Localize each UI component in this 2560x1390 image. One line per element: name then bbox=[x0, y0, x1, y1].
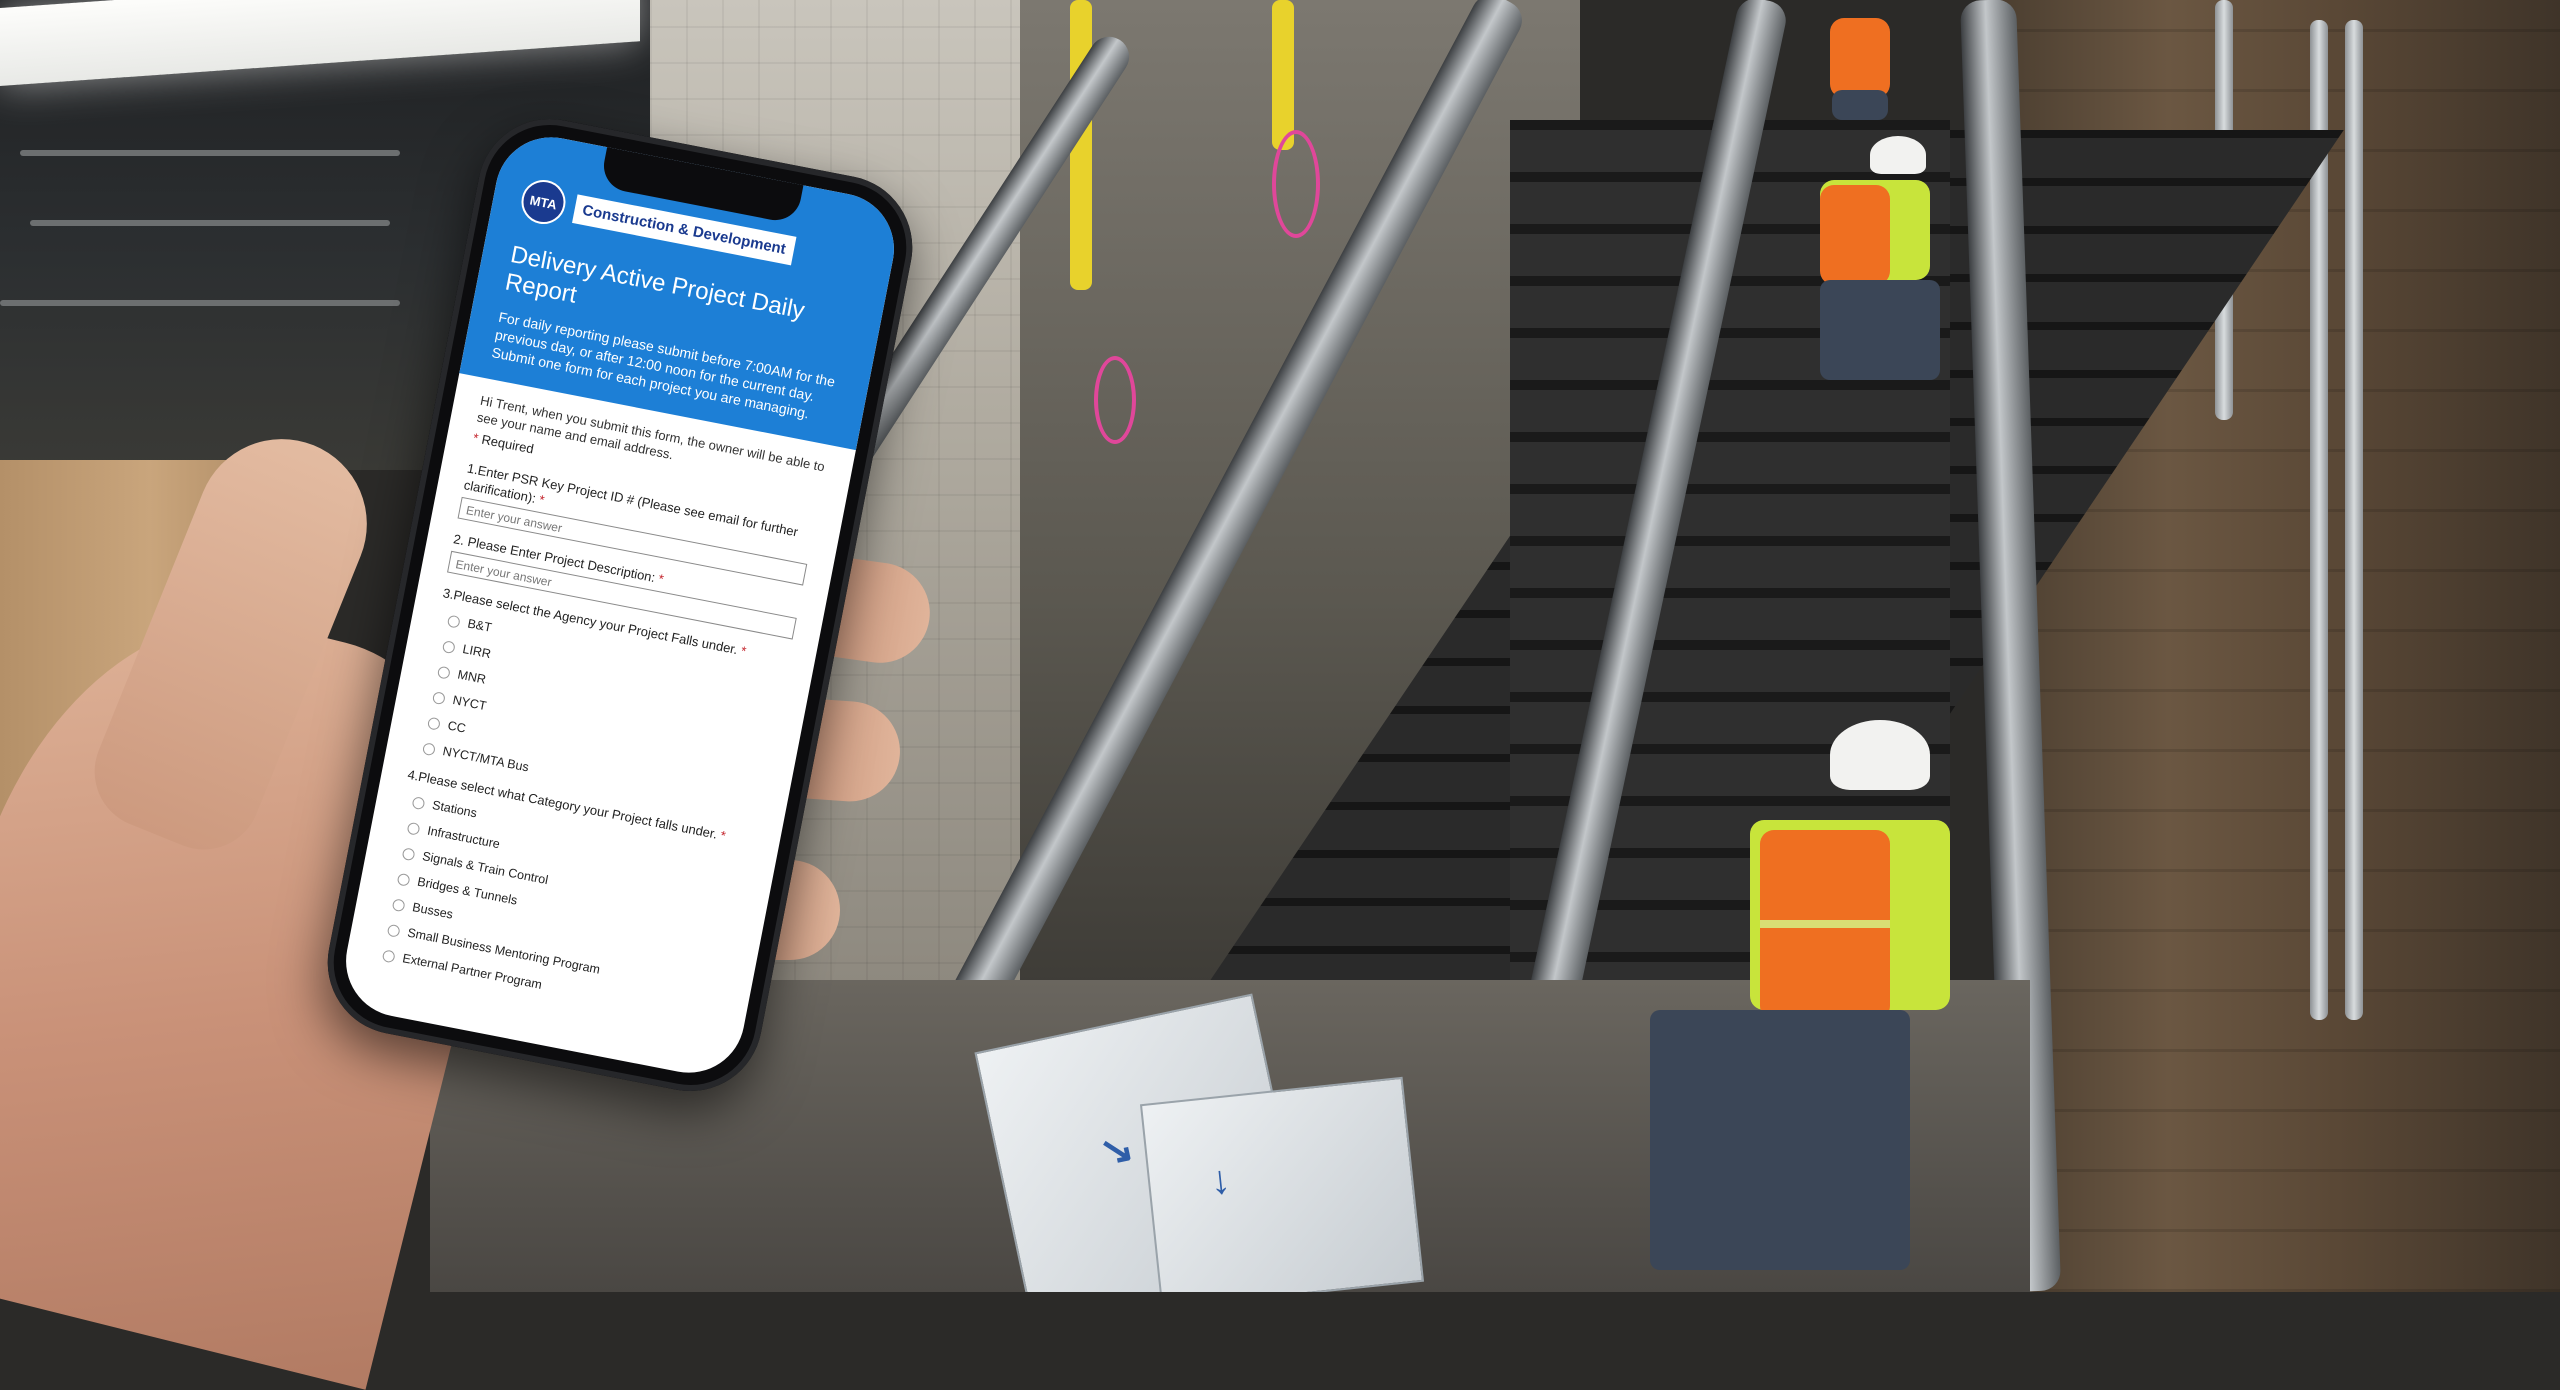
work-pants bbox=[1832, 90, 1888, 120]
required-star-icon: * bbox=[739, 643, 748, 659]
radio-button[interactable] bbox=[401, 846, 416, 861]
safety-vest bbox=[1820, 185, 1890, 285]
option-label: NYCT bbox=[451, 692, 488, 714]
required-label: Required bbox=[480, 431, 536, 457]
hard-hat bbox=[1870, 136, 1926, 174]
radio-button[interactable] bbox=[381, 948, 396, 963]
yellow-paint-mark bbox=[1272, 0, 1294, 150]
work-pants bbox=[1820, 280, 1940, 380]
required-star-icon: * bbox=[471, 430, 480, 446]
required-star-icon: * bbox=[657, 571, 666, 587]
required-star-icon: * bbox=[537, 491, 546, 508]
radio-button[interactable] bbox=[411, 795, 426, 810]
option-label: Stations bbox=[431, 798, 479, 821]
option-label: CC bbox=[446, 718, 467, 736]
radio-button[interactable] bbox=[436, 665, 451, 680]
arrow-icon: ↘ bbox=[1095, 1125, 1138, 1176]
option-label: Busses bbox=[411, 900, 455, 922]
radio-button[interactable] bbox=[446, 614, 461, 629]
option-label: LIRR bbox=[461, 641, 493, 662]
radio-button[interactable] bbox=[391, 897, 406, 912]
arrow-icon: ↓ bbox=[1208, 1157, 1233, 1204]
option-label: B&T bbox=[466, 616, 493, 635]
ceiling-pipe bbox=[0, 300, 400, 306]
pink-paint-mark bbox=[1272, 130, 1320, 238]
protective-panel: ↓ bbox=[1139, 1076, 1425, 1292]
construction-worker bbox=[1820, 0, 1900, 120]
construction-worker bbox=[1810, 130, 1970, 390]
reflective-stripe bbox=[1760, 920, 1890, 928]
radio-button[interactable] bbox=[441, 639, 456, 654]
safety-vest bbox=[1830, 18, 1890, 98]
mta-logo-icon: MTA bbox=[517, 176, 570, 228]
conduit-pipe bbox=[2345, 20, 2363, 1020]
radio-button[interactable] bbox=[431, 690, 447, 705]
radio-button[interactable] bbox=[396, 872, 411, 887]
option-label: MNR bbox=[456, 667, 488, 687]
hard-hat bbox=[1830, 720, 1930, 790]
radio-button[interactable] bbox=[426, 716, 442, 731]
radio-button[interactable] bbox=[386, 923, 401, 938]
radio-button[interactable] bbox=[406, 821, 421, 836]
option-label: Infrastructure bbox=[426, 823, 502, 852]
construction-worker bbox=[1650, 720, 1950, 1292]
ceiling-pipe bbox=[20, 150, 400, 156]
radio-button[interactable] bbox=[422, 741, 437, 756]
required-star-icon: * bbox=[719, 827, 728, 844]
work-pants bbox=[1650, 1010, 1910, 1270]
pink-paint-mark bbox=[1094, 356, 1136, 444]
ceiling-pipe bbox=[30, 220, 390, 226]
